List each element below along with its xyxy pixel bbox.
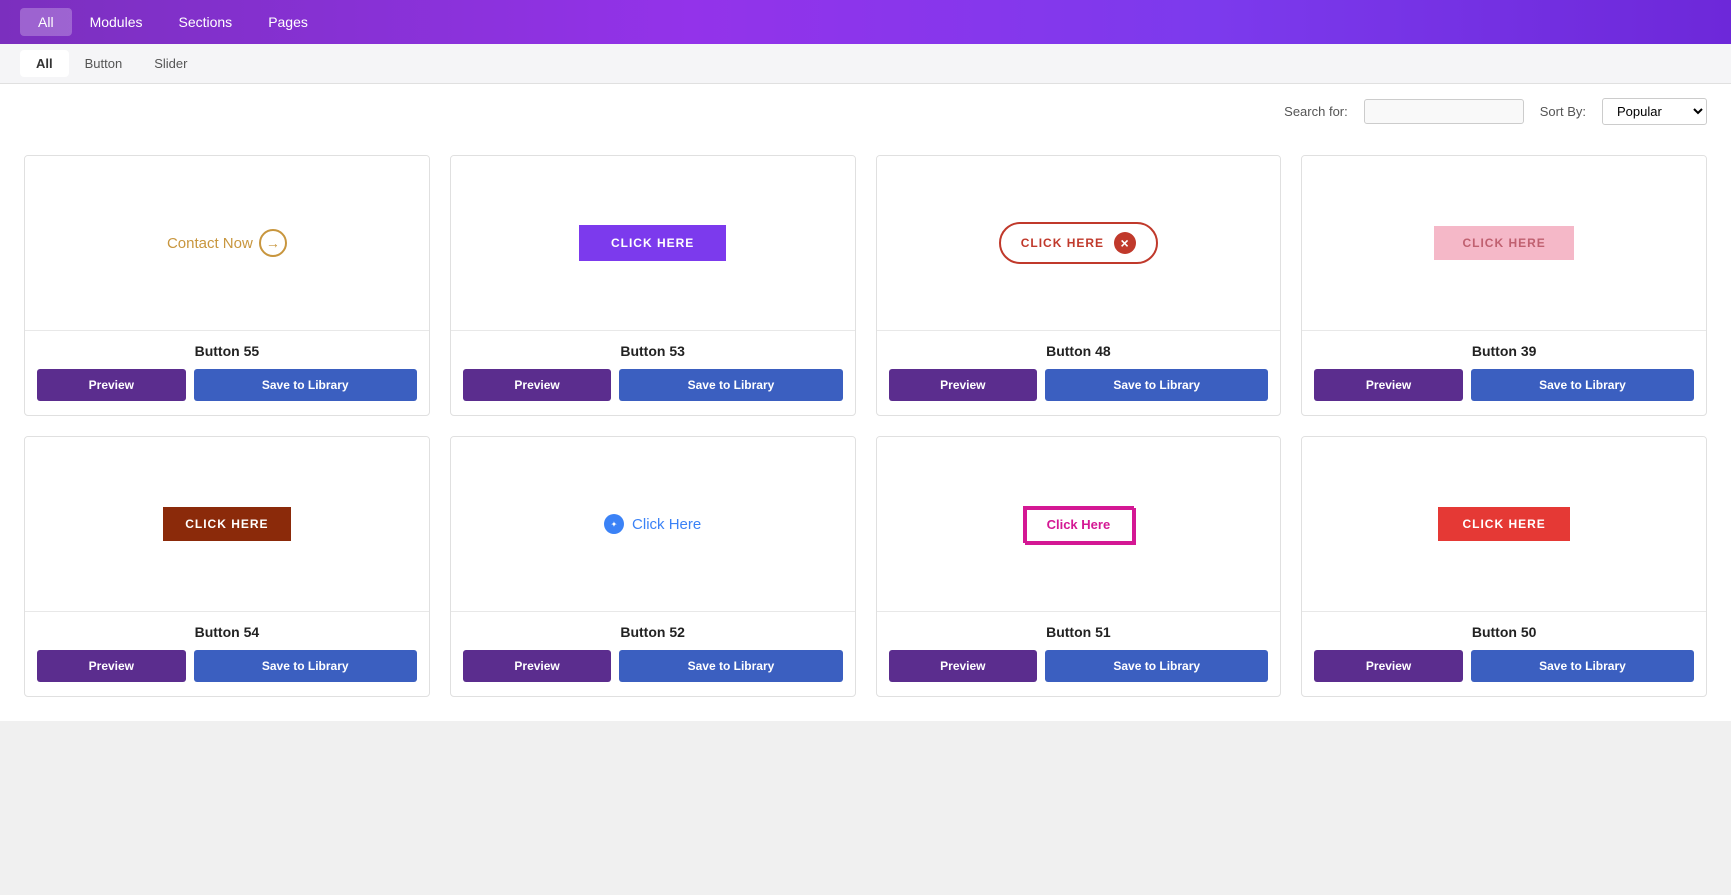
save-button-55[interactable]: Save to Library <box>194 369 417 401</box>
preview-btn-magenta-outline[interactable]: Click Here <box>1023 506 1135 543</box>
card-button-39: CLICK HERE Button 39 Preview Save to Lib… <box>1301 155 1707 416</box>
preview-btn-brown-solid[interactable]: CLICK HERE <box>163 507 290 541</box>
click-here-text-48: CLICK HERE <box>1021 236 1104 250</box>
top-nav-all[interactable]: All <box>20 8 72 36</box>
card-title-52: Button 52 <box>463 624 843 640</box>
card-preview-54: CLICK HERE <box>25 437 429 612</box>
card-preview-50: CLICK HERE <box>1302 437 1706 612</box>
save-button-53[interactable]: Save to Library <box>619 369 842 401</box>
card-actions-39: Preview Save to Library <box>1314 369 1694 401</box>
card-grid-container: Contact Now → Button 55 Preview Save to … <box>0 139 1731 721</box>
search-input[interactable] <box>1364 99 1524 124</box>
sort-select[interactable]: Popular <box>1602 98 1707 125</box>
preview-btn-red-outline-circle[interactable]: CLICK HERE <box>999 222 1158 264</box>
card-footer-52: Button 52 Preview Save to Library <box>451 612 855 696</box>
card-button-52: Click Here Button 52 Preview Save to Lib… <box>450 436 856 697</box>
card-grid: Contact Now → Button 55 Preview Save to … <box>24 155 1707 697</box>
card-button-50: CLICK HERE Button 50 Preview Save to Lib… <box>1301 436 1707 697</box>
card-footer-54: Button 54 Preview Save to Library <box>25 612 429 696</box>
toolbar: Search for: Sort By: Popular <box>0 84 1731 139</box>
card-actions-52: Preview Save to Library <box>463 650 843 682</box>
card-title-39: Button 39 <box>1314 343 1694 359</box>
card-actions-55: Preview Save to Library <box>37 369 417 401</box>
preview-button-50[interactable]: Preview <box>1314 650 1463 682</box>
card-footer-39: Button 39 Preview Save to Library <box>1302 331 1706 415</box>
preview-btn-purple-solid[interactable]: CLICK HERE <box>579 225 726 261</box>
card-button-53: CLICK HERE Button 53 Preview Save to Lib… <box>450 155 856 416</box>
sub-nav-all[interactable]: All <box>20 50 69 77</box>
save-button-39[interactable]: Save to Library <box>1471 369 1694 401</box>
search-label: Search for: <box>1284 104 1348 119</box>
top-nav-pages[interactable]: Pages <box>250 8 326 36</box>
card-button-55: Contact Now → Button 55 Preview Save to … <box>24 155 430 416</box>
contact-now-text: Contact Now <box>167 235 253 252</box>
save-button-50[interactable]: Save to Library <box>1471 650 1694 682</box>
preview-btn-blue-circle-text[interactable]: Click Here <box>604 514 701 534</box>
sub-navigation: All Button Slider <box>0 44 1731 84</box>
top-nav-sections[interactable]: Sections <box>160 8 250 36</box>
blue-circle-icon <box>604 514 624 534</box>
preview-btn-contact-now[interactable]: Contact Now → <box>167 229 287 257</box>
card-title-55: Button 55 <box>37 343 417 359</box>
save-button-48[interactable]: Save to Library <box>1045 369 1268 401</box>
sub-nav-button[interactable]: Button <box>69 50 139 77</box>
preview-button-52[interactable]: Preview <box>463 650 612 682</box>
save-button-52[interactable]: Save to Library <box>619 650 842 682</box>
save-button-51[interactable]: Save to Library <box>1045 650 1268 682</box>
card-footer-55: Button 55 Preview Save to Library <box>25 331 429 415</box>
preview-button-54[interactable]: Preview <box>37 650 186 682</box>
card-button-51: Click Here Button 51 Preview Save to Lib… <box>876 436 1282 697</box>
click-here-text-52: Click Here <box>632 516 701 533</box>
card-footer-51: Button 51 Preview Save to Library <box>877 612 1281 696</box>
sort-label: Sort By: <box>1540 104 1586 119</box>
card-footer-48: Button 48 Preview Save to Library <box>877 331 1281 415</box>
preview-button-48[interactable]: Preview <box>889 369 1038 401</box>
top-navigation: All Modules Sections Pages <box>0 0 1731 44</box>
card-preview-39: CLICK HERE <box>1302 156 1706 331</box>
card-preview-48: CLICK HERE <box>877 156 1281 331</box>
card-actions-53: Preview Save to Library <box>463 369 843 401</box>
card-actions-50: Preview Save to Library <box>1314 650 1694 682</box>
card-title-54: Button 54 <box>37 624 417 640</box>
sub-nav-slider[interactable]: Slider <box>138 50 203 77</box>
card-button-48: CLICK HERE Button 48 Preview Save to Lib… <box>876 155 1282 416</box>
card-preview-51: Click Here <box>877 437 1281 612</box>
preview-button-39[interactable]: Preview <box>1314 369 1463 401</box>
card-preview-53: CLICK HERE <box>451 156 855 331</box>
card-footer-50: Button 50 Preview Save to Library <box>1302 612 1706 696</box>
card-actions-48: Preview Save to Library <box>889 369 1269 401</box>
save-button-54[interactable]: Save to Library <box>194 650 417 682</box>
card-preview-55: Contact Now → <box>25 156 429 331</box>
card-preview-52: Click Here <box>451 437 855 612</box>
preview-btn-pink-light[interactable]: CLICK HERE <box>1434 226 1573 260</box>
preview-button-53[interactable]: Preview <box>463 369 612 401</box>
card-footer-53: Button 53 Preview Save to Library <box>451 331 855 415</box>
card-actions-51: Preview Save to Library <box>889 650 1269 682</box>
red-dot-icon <box>1114 232 1136 254</box>
card-title-50: Button 50 <box>1314 624 1694 640</box>
contact-now-icon: → <box>259 229 287 257</box>
card-title-51: Button 51 <box>889 624 1269 640</box>
card-button-54: CLICK HERE Button 54 Preview Save to Lib… <box>24 436 430 697</box>
card-title-48: Button 48 <box>889 343 1269 359</box>
card-title-53: Button 53 <box>463 343 843 359</box>
preview-btn-red-solid[interactable]: CLICK HERE <box>1438 507 1569 541</box>
card-actions-54: Preview Save to Library <box>37 650 417 682</box>
top-nav-modules[interactable]: Modules <box>72 8 161 36</box>
preview-button-55[interactable]: Preview <box>37 369 186 401</box>
preview-button-51[interactable]: Preview <box>889 650 1038 682</box>
